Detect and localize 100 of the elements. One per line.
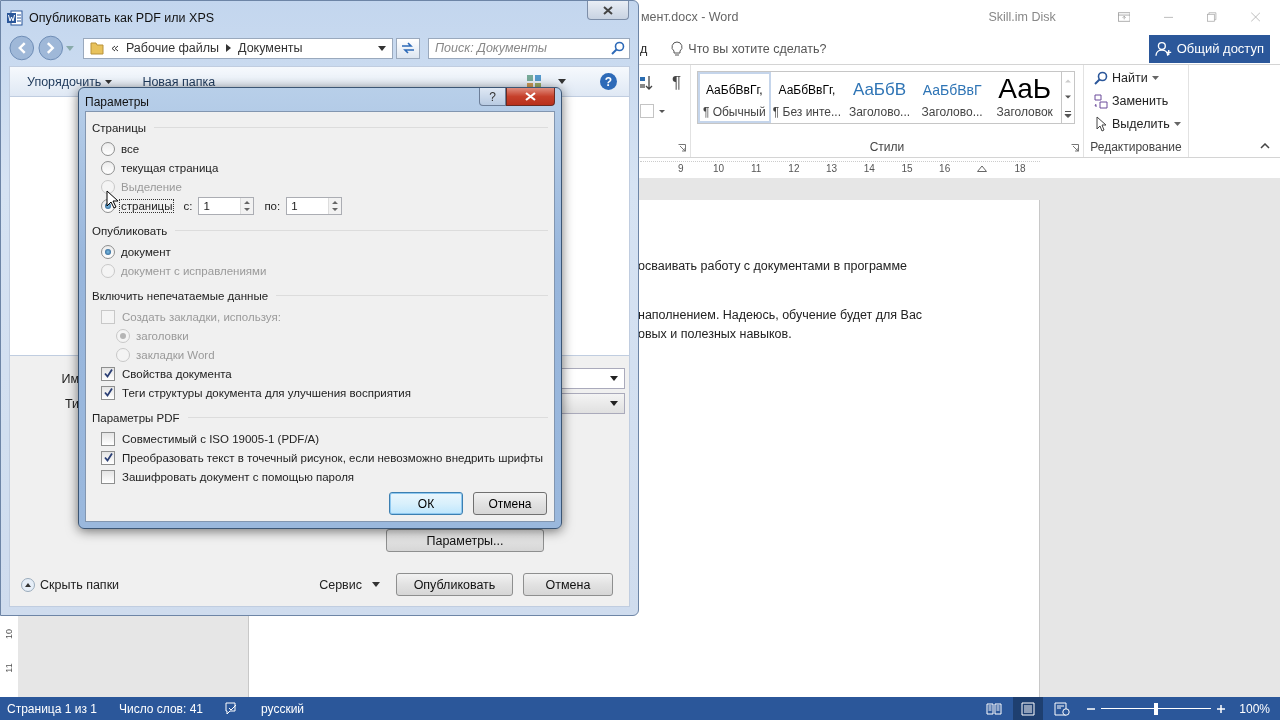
share-button[interactable]: Общий доступ [1149, 34, 1270, 63]
checkbox[interactable] [101, 366, 115, 381]
ruler-number: 9 [677, 163, 685, 174]
show-marks-button[interactable]: ¶ [672, 73, 682, 93]
book-icon [986, 701, 1003, 716]
print-view-button[interactable] [1013, 697, 1044, 720]
close-button[interactable] [587, 1, 629, 20]
publish-button[interactable]: Опубликовать [396, 573, 513, 596]
radio-button[interactable] [101, 244, 115, 259]
ok-button[interactable]: ОК [389, 492, 463, 515]
caret-icon [1173, 122, 1181, 126]
search-field[interactable]: Поиск: Документы [428, 37, 630, 59]
page-icon [1020, 701, 1037, 716]
checkbox[interactable] [101, 385, 115, 400]
section-heading: Включить непечатаемые данные [92, 289, 269, 302]
option-label: заголовки [135, 328, 190, 343]
option-label: Преобразовать текст в точечный рисунок, если невозможно внедрить шрифты [121, 450, 544, 465]
page-count[interactable]: Страница 1 из 1 [7, 701, 97, 716]
new-folder-button[interactable]: Новая папка [142, 74, 216, 89]
zoom-slider[interactable] [1101, 701, 1212, 716]
option-label: Зашифровать документ с помощью пароля [121, 469, 356, 484]
ruler-number: 11 [4, 663, 14, 673]
checkbox[interactable] [101, 431, 115, 446]
borders-icon[interactable] [640, 104, 666, 118]
option-label: Свойства документа [121, 366, 233, 381]
window-title: мент.docx - Word [641, 9, 739, 24]
zoom-level[interactable]: 100% [1239, 701, 1270, 716]
person-add-icon [1155, 40, 1173, 57]
style-item[interactable]: АаБбВвГг, ¶ Обычный [698, 72, 771, 123]
indent-marker-icon[interactable] [977, 165, 988, 172]
forward-icon[interactable] [37, 35, 64, 61]
option-label: все [120, 141, 141, 156]
help-button[interactable]: ? [479, 88, 506, 106]
double-chevron-icon [110, 44, 119, 52]
zoom-in-icon[interactable] [1217, 704, 1226, 713]
option-label: Создать закладки, используя: [121, 309, 282, 324]
document-text: овых и полезных навыков. [638, 326, 793, 343]
close-button[interactable] [506, 88, 555, 106]
language-label[interactable]: русский [261, 701, 305, 716]
tell-me-field[interactable]: Что вы хотите сделать? [688, 41, 827, 56]
collapse-ribbon-icon[interactable] [1260, 143, 1270, 149]
document-text: осваивать работу с документами в программе [638, 258, 908, 275]
checkbox[interactable] [101, 469, 115, 484]
sort-icon[interactable] [640, 74, 654, 92]
editing-command[interactable]: Найти [1094, 69, 1188, 87]
breadcrumb-item[interactable]: Документы [238, 41, 303, 55]
spin-field[interactable]: 1 [286, 196, 343, 215]
checkbox[interactable] [101, 450, 115, 465]
word-count[interactable]: Число слов: 41 [118, 701, 203, 716]
proofing-icon[interactable] [225, 701, 239, 716]
editing-command[interactable]: Заменить [1094, 92, 1188, 110]
style-item[interactable]: АаБбВвГ Заголово... [915, 72, 989, 123]
web-page-icon [1054, 701, 1071, 716]
cursor-icon [106, 190, 118, 209]
breadcrumb-item[interactable]: Рабочие файлы [125, 41, 220, 55]
back-icon[interactable] [9, 35, 35, 61]
section-heading: Параметры PDF [92, 411, 180, 424]
options-button[interactable]: Параметры... [386, 529, 544, 552]
style-item[interactable]: АаБбВ Заголово... [843, 72, 916, 123]
collapse-icon [21, 577, 35, 592]
dialog-title: Параметры [85, 95, 149, 109]
ribbon-tab[interactable]: д [640, 41, 648, 56]
caret-icon [105, 79, 113, 84]
close-icon [603, 5, 613, 15]
option-label: Выделение [120, 179, 183, 194]
dialog-launcher-icon[interactable] [678, 144, 686, 152]
tools-menu[interactable]: Сервис [319, 577, 380, 592]
account-name[interactable]: Skill.im Disk [988, 9, 1056, 24]
organize-menu[interactable]: Упорядочить [27, 74, 113, 89]
option-label: документ [120, 244, 172, 259]
breadcrumb-arrow-icon [226, 44, 232, 52]
group-label: Редактирование [1090, 140, 1182, 154]
view-icon[interactable] [526, 73, 542, 90]
spin-field[interactable]: 1 [198, 196, 255, 215]
view-caret-icon[interactable] [558, 79, 566, 84]
caret-icon [610, 401, 618, 406]
option-label: страницы [119, 198, 175, 213]
style-item[interactable]: АаЬ Заголовок [988, 72, 1061, 123]
hide-folders-button[interactable]: Скрыть папки [21, 577, 120, 592]
caret-icon [372, 582, 380, 587]
address-bar[interactable]: Рабочие файлы Документы [82, 37, 394, 59]
window-title: Опубликовать как PDF или XPS [29, 10, 215, 25]
help-button[interactable]: ? [600, 73, 617, 90]
radio-button[interactable] [101, 141, 115, 156]
ruler-number: 18 [1013, 163, 1027, 174]
cancel-button[interactable]: Отмена [473, 492, 547, 515]
ruler-number: 16 [938, 163, 952, 174]
option-label: Совместимый с ISO 19005-1 (PDF/A) [121, 431, 321, 446]
style-item[interactable]: АаБбВвГг, ¶ Без инте... [770, 72, 844, 123]
cancel-button[interactable]: Отмена [523, 573, 613, 596]
replace-icon [1094, 93, 1108, 109]
editing-command[interactable]: Выделить [1094, 115, 1188, 133]
option-label: Теги структуры документа для улучшения восприятия [121, 385, 412, 400]
field-label: по: [264, 199, 281, 212]
radio-button[interactable] [101, 160, 115, 175]
checkmark-icon [102, 368, 114, 379]
option-label: текущая страница [120, 160, 220, 175]
refresh-button[interactable] [396, 37, 420, 59]
dialog-launcher-icon[interactable] [1071, 144, 1079, 152]
section-heading: Опубликовать [92, 224, 168, 237]
